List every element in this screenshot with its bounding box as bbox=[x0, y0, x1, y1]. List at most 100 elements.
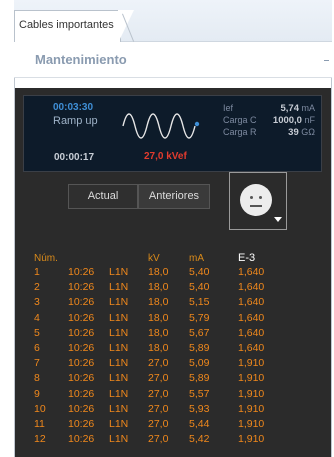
row-ma: 5,93 bbox=[189, 402, 210, 415]
row-number: 8 bbox=[34, 372, 40, 385]
row-e3: 1,640 bbox=[238, 281, 265, 294]
row-phase: L1N bbox=[109, 372, 129, 385]
tab-cables-importantes[interactable]: Cables importantes bbox=[14, 10, 121, 43]
row-kv: 18,0 bbox=[148, 266, 169, 278]
page-title: Mantenimiento bbox=[35, 52, 127, 67]
row-number: 6 bbox=[34, 342, 40, 354]
status-display: 00:03:30 Ramp up 00:00:17 27,0 kVef Ief … bbox=[23, 95, 322, 172]
row-ma: 5,40 bbox=[189, 281, 210, 294]
measurement-value: 1000,0 nF bbox=[272, 115, 315, 126]
row-time: 10:26 bbox=[68, 266, 95, 278]
row-phase: L1N bbox=[109, 387, 129, 400]
row-e3: 1,910 bbox=[238, 387, 265, 400]
table-row[interactable]: 10 10:26 L1N 27,0 5,93 1,910 bbox=[0, 403, 334, 418]
row-kv: 27,0 bbox=[148, 387, 169, 400]
row-number: 3 bbox=[34, 296, 40, 309]
row-number: 4 bbox=[34, 311, 40, 324]
col-header-num: Núm. bbox=[34, 253, 58, 264]
col-header-kv: kV bbox=[148, 253, 160, 264]
row-time: 10:26 bbox=[68, 372, 95, 385]
row-ma: 5,40 bbox=[189, 266, 210, 278]
table-row[interactable]: 8 10:26 L1N 27,0 5,89 1,910 bbox=[0, 372, 334, 387]
table-row[interactable]: 6 10:26 L1N 18,0 5,89 1,640 bbox=[0, 342, 334, 357]
row-phase: L1N bbox=[109, 433, 129, 446]
row-phase: L1N bbox=[109, 402, 129, 415]
elapsed-time: 00:03:30 bbox=[53, 102, 94, 113]
row-ma: 5,57 bbox=[189, 387, 210, 400]
row-e3: 1,640 bbox=[238, 326, 265, 339]
row-time: 10:26 bbox=[68, 433, 95, 446]
row-ma: 5,09 bbox=[189, 357, 210, 370]
measurement-label: Ief bbox=[223, 103, 234, 113]
row-time: 10:26 bbox=[68, 402, 95, 415]
row-time: 10:26 bbox=[68, 281, 95, 294]
row-e3: 1,640 bbox=[238, 296, 265, 309]
row-kv: 18,0 bbox=[148, 296, 169, 309]
tab-bar: Cables importantes bbox=[14, 0, 332, 43]
row-number: 5 bbox=[34, 326, 40, 339]
row-kv: 27,0 bbox=[148, 433, 169, 446]
row-number: 9 bbox=[34, 387, 40, 400]
row-e3: 1,910 bbox=[238, 418, 265, 430]
measurement-label: Carga R bbox=[223, 127, 257, 137]
table-row[interactable]: 3 10:26 L1N 18,0 5,15 1,640 bbox=[0, 296, 334, 311]
row-phase: L1N bbox=[109, 296, 129, 309]
row-phase: L1N bbox=[109, 266, 129, 278]
row-time: 10:26 bbox=[68, 296, 95, 309]
row-number: 11 bbox=[34, 418, 45, 430]
row-kv: 27,0 bbox=[148, 402, 169, 415]
row-e3: 1,910 bbox=[238, 433, 265, 446]
table-row[interactable]: 12 10:26 L1N 27,0 5,42 1,910 bbox=[0, 433, 334, 448]
row-time: 10:26 bbox=[68, 387, 95, 400]
row-number: 1 bbox=[34, 266, 40, 278]
table-row[interactable]: 11 10:26 L1N 27,0 5,44 1,910 bbox=[0, 418, 334, 433]
row-ma: 5,44 bbox=[189, 418, 210, 430]
stage-label: Ramp up bbox=[53, 115, 98, 127]
row-phase: L1N bbox=[109, 342, 129, 354]
row-e3: 1,640 bbox=[238, 266, 265, 278]
table-row[interactable]: 7 10:26 L1N 27,0 5,09 1,910 bbox=[0, 357, 334, 372]
measurement-value: 39 GΩ bbox=[288, 127, 315, 138]
table-row[interactable]: 2 10:26 L1N 18,0 5,40 1,640 bbox=[0, 281, 334, 296]
row-ma: 5,67 bbox=[189, 326, 210, 339]
row-e3: 1,910 bbox=[238, 372, 265, 385]
row-ma: 5,15 bbox=[189, 296, 210, 309]
row-kv: 27,0 bbox=[148, 372, 169, 385]
sine-wave-icon bbox=[122, 113, 200, 139]
row-kv: 18,0 bbox=[148, 281, 169, 294]
row-ma: 5,79 bbox=[189, 311, 210, 324]
col-header-ma: mA bbox=[189, 253, 204, 264]
row-e3: 1,640 bbox=[238, 311, 265, 324]
row-time: 10:26 bbox=[68, 342, 95, 354]
row-kv: 27,0 bbox=[148, 418, 169, 430]
dropdown-caret-icon bbox=[274, 217, 282, 222]
panel-menu-mark bbox=[324, 60, 329, 61]
rating-dropdown[interactable] bbox=[229, 172, 287, 230]
row-kv: 18,0 bbox=[148, 342, 169, 354]
col-header-e3: E-3 bbox=[238, 252, 256, 264]
row-e3: 1,910 bbox=[238, 402, 265, 415]
voltage-readout: 27,0 kVef bbox=[144, 151, 187, 162]
row-ma: 5,89 bbox=[189, 372, 210, 385]
row-time: 10:26 bbox=[68, 326, 95, 339]
table-row[interactable]: 9 10:26 L1N 27,0 5,57 1,910 bbox=[0, 388, 334, 403]
row-time: 10:26 bbox=[68, 357, 95, 370]
row-e3: 1,910 bbox=[238, 357, 265, 370]
table-row[interactable]: 5 10:26 L1N 18,0 5,67 1,640 bbox=[0, 327, 334, 342]
actual-button[interactable]: Actual bbox=[68, 184, 138, 209]
row-phase: L1N bbox=[109, 357, 129, 370]
panel-header: Mantenimiento bbox=[14, 42, 332, 78]
row-phase: L1N bbox=[109, 281, 129, 294]
row-number: 10 bbox=[34, 402, 46, 415]
row-kv: 18,0 bbox=[148, 326, 169, 339]
measurement-value: 5,74 mA bbox=[280, 103, 315, 114]
table-row[interactable]: 1 10:26 L1N 18,0 5,40 1,640 bbox=[0, 266, 334, 281]
row-e3: 1,640 bbox=[238, 342, 265, 354]
anteriores-button[interactable]: Anteriores bbox=[138, 184, 210, 209]
neutral-face-icon bbox=[240, 184, 272, 216]
row-kv: 18,0 bbox=[148, 311, 169, 324]
row-number: 2 bbox=[34, 281, 40, 294]
row-ma: 5,89 bbox=[189, 342, 210, 354]
table-row[interactable]: 4 10:26 L1N 18,0 5,79 1,640 bbox=[0, 312, 334, 327]
row-phase: L1N bbox=[109, 326, 129, 339]
